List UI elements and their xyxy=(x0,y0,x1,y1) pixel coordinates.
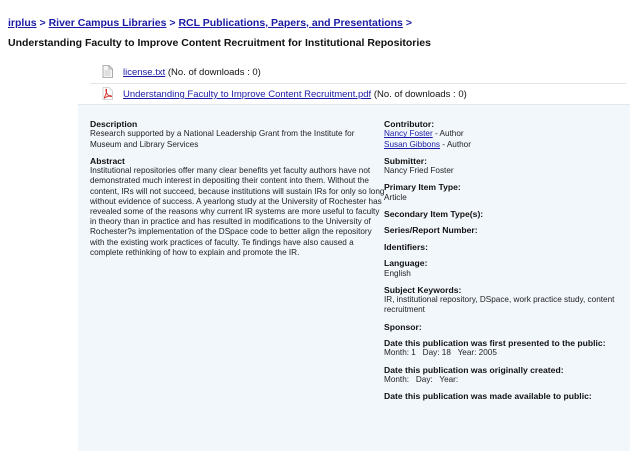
contributor-link[interactable]: Nancy Foster xyxy=(384,129,433,138)
metadata-column: Contributor: Nancy Foster - Author Susan… xyxy=(384,119,630,402)
pdf-file-icon xyxy=(102,87,113,100)
originally-created-label: Date this publication was originally cre… xyxy=(384,364,564,375)
page-title: Understanding Faculty to Improve Content… xyxy=(8,37,431,49)
secondary-type-label: Secondary Item Type(s): xyxy=(384,209,484,220)
series-label: Series/Report Number: xyxy=(384,225,478,236)
breadcrumb-link-rcl-publications[interactable]: RCL Publications, Papers, and Presentati… xyxy=(178,17,402,29)
text-file-icon xyxy=(102,65,113,78)
breadcrumb-link-river-campus-libraries[interactable]: River Campus Libraries xyxy=(49,17,167,29)
sponsor-label: Sponsor: xyxy=(384,321,422,332)
submitter-value: Nancy Fried Foster xyxy=(384,166,454,176)
originally-created-value: Month: Day: Year: xyxy=(384,375,459,385)
language-value: English xyxy=(384,268,411,278)
file-row: license.txt (No. of downloads : 0) xyxy=(90,62,626,84)
keywords-value: IR, institutional repository, DSpace, wo… xyxy=(384,295,615,315)
contributor-role: - Author xyxy=(432,129,464,139)
file-entry: Understanding Faculty to Improve Content… xyxy=(123,89,467,100)
contributor-role: - Author xyxy=(440,139,471,149)
file-entry: license.txt (No. of downloads : 0) xyxy=(123,67,261,78)
file-link-license[interactable]: license.txt xyxy=(123,67,165,78)
description-column: Description Research supported by a Nati… xyxy=(90,119,388,258)
breadcrumb-link-irplus[interactable]: irplus xyxy=(8,17,37,29)
abstract-label: Abstract xyxy=(90,155,125,166)
first-presented-label: Date this publication was first presente… xyxy=(384,338,606,349)
contributor-label: Contributor: xyxy=(384,119,435,129)
file-list: license.txt (No. of downloads : 0) Under… xyxy=(90,62,626,105)
primary-type-value: Article xyxy=(384,192,407,202)
primary-type-label: Primary Item Type: xyxy=(384,182,461,193)
download-count: (No. of downloads : 0) xyxy=(167,67,261,78)
contributor-link[interactable]: Susan Gibbons xyxy=(384,140,440,149)
file-row: Understanding Faculty to Improve Content… xyxy=(90,84,626,105)
language-label: Language: xyxy=(384,258,428,269)
breadcrumb: irplus > River Campus Libraries > RCL Pu… xyxy=(8,17,412,29)
breadcrumb-separator: > xyxy=(39,17,46,29)
made-available-label: Date this publication was made available… xyxy=(384,391,592,402)
identifiers-label: Identifiers: xyxy=(384,241,428,252)
file-link-pdf[interactable]: Understanding Faculty to Improve Content… xyxy=(123,89,371,100)
keywords-label: Subject Keywords: xyxy=(384,284,462,295)
contributor-row: Susan Gibbons - Author xyxy=(384,140,630,150)
abstract-text: Institutional repositories offer many cl… xyxy=(90,166,385,257)
first-presented-value: Month: 1 Day: 18 Year: 2005 xyxy=(384,348,497,358)
details-panel: Description Research supported by a Nati… xyxy=(78,104,630,451)
submitter-label: Submitter: xyxy=(384,155,427,166)
download-count: (No. of downloads : 0) xyxy=(373,89,467,100)
contributor-row: Nancy Foster - Author xyxy=(384,129,630,139)
breadcrumb-separator: > xyxy=(169,17,176,29)
description-label: Description xyxy=(90,119,138,129)
description-text: Research supported by a National Leaders… xyxy=(90,129,355,149)
breadcrumb-separator: > xyxy=(405,17,412,29)
